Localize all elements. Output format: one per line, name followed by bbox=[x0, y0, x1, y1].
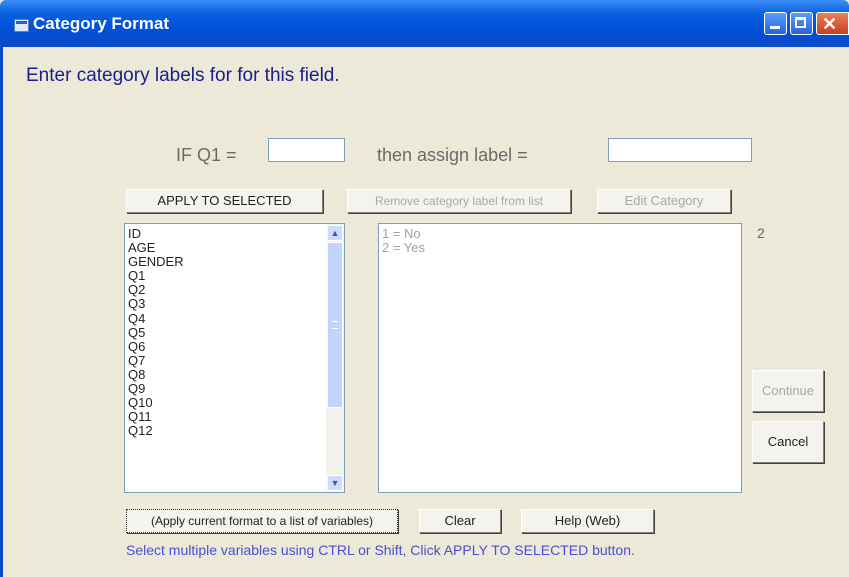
category-label-list: 1 = No 2 = Yes bbox=[379, 224, 741, 255]
variable-list-item[interactable]: Q12 bbox=[125, 424, 344, 438]
variable-scrollbar[interactable]: ▲ ▼ bbox=[326, 224, 344, 492]
minimize-icon bbox=[770, 26, 780, 29]
variable-list-item[interactable]: ID bbox=[125, 226, 344, 241]
apply-to-selected-button[interactable]: APPLY TO SELECTED bbox=[126, 189, 323, 213]
variable-list-item[interactable]: Q6 bbox=[125, 339, 344, 354]
variable-list-item[interactable]: AGE bbox=[125, 240, 344, 255]
category-labels-listbox[interactable]: 1 = No 2 = Yes bbox=[378, 223, 742, 493]
variable-list-item[interactable]: Q8 bbox=[125, 367, 344, 382]
variable-list-item[interactable]: Q7 bbox=[125, 353, 344, 368]
minimize-button[interactable] bbox=[764, 12, 787, 35]
scroll-thumb[interactable] bbox=[327, 242, 343, 408]
window-border bbox=[0, 47, 3, 577]
help-web-button[interactable]: Help (Web) bbox=[521, 509, 654, 533]
category-value-input[interactable] bbox=[268, 138, 345, 162]
edit-category-button[interactable]: Edit Category bbox=[597, 189, 731, 213]
cancel-button[interactable]: Cancel bbox=[752, 421, 824, 463]
then-label: then assign label = bbox=[377, 145, 528, 165]
selection-hint: Select multiple variables using CTRL or … bbox=[126, 542, 635, 558]
title-bar[interactable]: Category Format ✕ bbox=[0, 0, 849, 47]
variable-list-item[interactable]: Q10 bbox=[125, 396, 344, 410]
maximize-icon bbox=[795, 17, 806, 28]
scroll-down-arrow-icon[interactable]: ▼ bbox=[327, 475, 343, 491]
remove-category-button[interactable]: Remove category label from list bbox=[347, 189, 571, 213]
clear-button[interactable]: Clear bbox=[419, 509, 501, 533]
if-label: IF Q1 = bbox=[176, 145, 237, 165]
apply-format-to-list-button[interactable]: (Apply current format to a list of varia… bbox=[126, 509, 398, 533]
variable-list-item[interactable]: Q4 bbox=[125, 311, 344, 326]
variable-list-item[interactable]: Q3 bbox=[125, 297, 344, 311]
maximize-button[interactable] bbox=[790, 12, 813, 35]
label-count: 2 bbox=[757, 225, 765, 241]
app-icon bbox=[14, 19, 29, 32]
variable-list-item[interactable]: Q2 bbox=[125, 283, 344, 297]
scroll-up-arrow-icon[interactable]: ▲ bbox=[327, 225, 343, 241]
variable-list-item[interactable]: Q11 bbox=[125, 410, 344, 424]
window-title: Category Format bbox=[33, 14, 170, 33]
close-icon: ✕ bbox=[822, 14, 838, 34]
instruction-heading: Enter category labels for for this field… bbox=[26, 65, 340, 86]
variable-list-item[interactable]: Q5 bbox=[125, 325, 344, 340]
continue-button[interactable]: Continue bbox=[752, 370, 824, 412]
close-button[interactable]: ✕ bbox=[816, 12, 849, 35]
category-format-window: Category Format ✕ Enter category labels … bbox=[0, 0, 849, 577]
variable-list-item[interactable]: Q9 bbox=[125, 381, 344, 396]
apply-format-to-list-label: Apply current format to a list of variab… bbox=[154, 514, 370, 528]
variable-list-item[interactable]: Q1 bbox=[125, 269, 344, 283]
category-label-item[interactable]: 2 = Yes bbox=[379, 240, 741, 255]
variable-list-item[interactable]: GENDER bbox=[125, 255, 344, 269]
variable-listbox[interactable]: ID AGE GENDER Q1 Q2 Q3 Q4 Q5 Q6 Q7 Q8 Q9 Q10 Q11 Q12 ▲… bbox=[124, 223, 345, 493]
category-label-input[interactable] bbox=[608, 138, 752, 162]
variable-list: ID AGE GENDER Q1 Q2 Q3 Q4 Q5 Q6 Q7 Q8 Q9 Q10 Q11 Q12 bbox=[125, 224, 344, 438]
category-label-item[interactable]: 1 = No bbox=[379, 226, 741, 241]
